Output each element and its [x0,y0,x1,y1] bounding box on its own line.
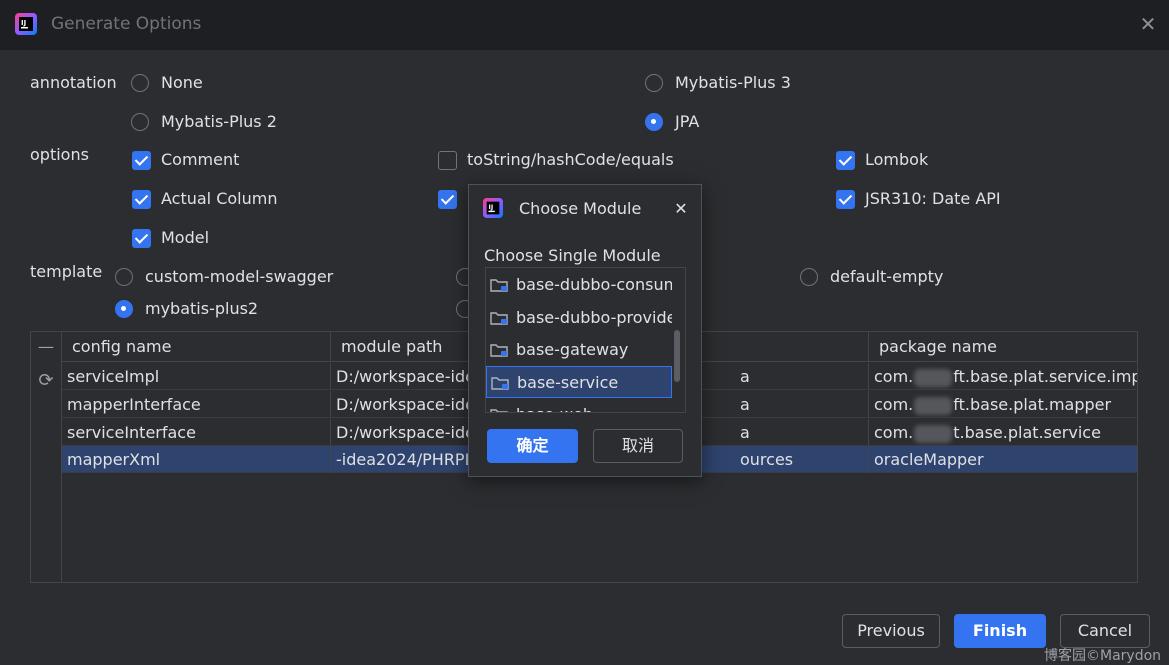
radio-template-custom-model-swagger-label: custom-model-swagger [145,267,334,286]
checkbox-hidden-option[interactable] [438,190,457,209]
close-icon[interactable]: ✕ [1138,12,1158,36]
radio-template-mybatis-plus2[interactable] [115,300,133,318]
module-item-label: base-gateway [516,340,629,359]
refresh-icon[interactable]: ⟳ [35,370,57,392]
module-item[interactable]: base-gateway [486,334,672,366]
cell-config-name: mapperInterface [62,391,331,418]
module-folder-icon [490,409,508,412]
checkbox-model[interactable] [132,229,151,248]
module-item-label: base-dubbo-provider [516,308,672,327]
checkbox-actual-column[interactable] [132,190,151,209]
module-item[interactable]: base-dubbo-provider [486,302,672,334]
svg-text:IJ: IJ [488,204,493,211]
column-header-config-name[interactable]: config name [62,332,331,362]
modal-cancel-button[interactable]: 取消 [593,429,683,463]
radio-annotation-jpa-label: JPA [675,112,700,131]
collapse-icon[interactable]: — [37,337,55,357]
checkbox-model-label: Model [161,228,210,247]
cell-config-name: serviceImpl [62,363,331,390]
svg-text:IJ: IJ [21,19,26,27]
checkbox-lombok[interactable] [836,151,855,170]
radio-annotation-mybatis-plus-3[interactable] [645,74,663,92]
cell-package-name: com. t.base.plat.service [869,419,1137,446]
checkbox-jsr310-label: JSR310: Date API [865,189,1001,208]
module-folder-icon [490,312,508,325]
module-item-selected[interactable]: base-service [486,366,672,398]
radio-annotation-jpa[interactable] [645,113,663,131]
module-item-label: base-service [517,373,619,392]
list-scrollbar[interactable] [674,330,680,382]
cell-package-name: oracleMapper [869,446,1137,473]
modal-subtitle: Choose Single Module [484,246,661,265]
cancel-button[interactable]: Cancel [1060,614,1150,648]
modal-close-icon[interactable]: ✕ [672,198,690,220]
radio-annotation-none-label: None [161,73,203,92]
radio-template-custom-model-swagger[interactable] [115,268,133,286]
checkbox-comment-label: Comment [161,150,240,169]
radio-annotation-mybatis-plus-2-label: Mybatis-Plus 2 [161,112,277,131]
checkbox-actual-column-label: Actual Column [161,189,278,208]
annotation-label: annotation [30,73,117,92]
radio-template-default-empty[interactable] [800,268,818,286]
module-folder-icon [491,377,509,390]
cell-package-name: com. ft.base.plat.service.impl [869,363,1137,390]
module-item-label: base-dubbo-consum [516,275,672,294]
watermark: 博客园©Marydon [1044,648,1162,664]
package-prefix: com. [874,395,914,414]
radio-annotation-mybatis-plus-2[interactable] [131,113,149,131]
package-suffix: ft.base.plat.service.impl [953,367,1137,386]
checkbox-lombok-label: Lombok [865,150,929,169]
package-prefix: com. [874,423,914,442]
module-folder-icon [490,344,508,357]
options-label: options [30,145,89,164]
finish-button[interactable]: Finish [954,614,1046,648]
radio-template-default-empty-label: default-empty [830,267,944,286]
checkbox-comment[interactable] [132,151,151,170]
module-list[interactable]: base-dubbo-consum base-dubbo-provider ba… [485,267,686,413]
checkbox-tostring-label: toString/hashCode/equals [467,150,674,169]
template-label: template [30,262,103,281]
app-logo-icon: IJ [15,13,37,35]
radio-annotation-mybatis-plus-3-label: Mybatis-Plus 3 [675,73,791,92]
app-logo-icon: IJ [483,198,503,218]
modal-ok-button[interactable]: 确定 [487,429,578,463]
cell-config-name: serviceInterface [62,419,331,446]
radio-annotation-none[interactable] [131,74,149,92]
package-suffix: ft.base.plat.mapper [953,395,1112,414]
module-item[interactable]: base-dubbo-consum [486,269,672,301]
previous-button[interactable]: Previous [842,614,940,648]
checkbox-tostring-hashcode-equals[interactable] [438,151,457,170]
window-title: Generate Options [51,14,202,34]
module-item[interactable]: base-web [486,399,672,412]
modal-title: Choose Module [519,199,642,218]
redacted-blur [914,424,953,443]
cell-package-name: com. ft.base.plat.mapper [869,391,1137,418]
module-folder-icon [490,279,508,292]
package-suffix: t.base.plat.service [953,423,1101,442]
radio-template-mybatis-plus2-label: mybatis-plus2 [145,299,259,318]
package-prefix: com. [874,367,914,386]
column-header-package-name[interactable]: package name [869,332,1137,362]
checkbox-jsr310-date-api[interactable] [836,190,855,209]
table-gutter [30,331,62,583]
redacted-blur [914,368,953,387]
module-item-label: base-web [516,405,593,412]
cell-config-name: mapperXml [62,446,331,473]
redacted-blur [914,396,953,415]
